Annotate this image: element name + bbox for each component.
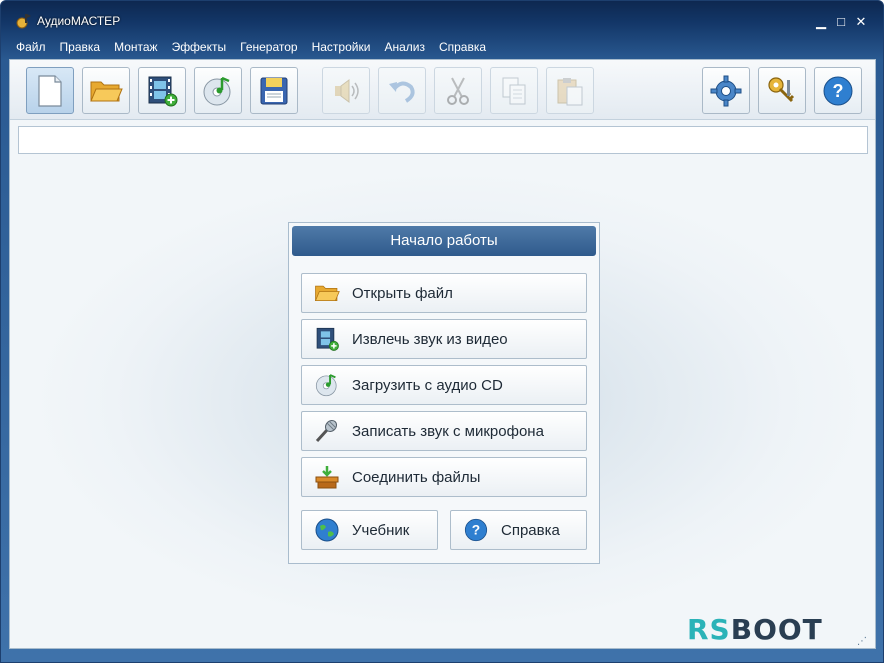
load-cd-label: Загрузить с аудио CD [352,376,503,394]
open-file-label: Открыть файл [352,284,453,302]
settings-button[interactable] [702,67,750,114]
tutorial-label: Учебник [352,521,410,539]
app-logo-icon [16,14,31,29]
new-file-button[interactable] [26,67,74,114]
toolbar: ? [10,60,875,120]
load-cd-action[interactable]: Загрузить с аудио CD [301,365,587,405]
copy-button[interactable] [490,67,538,114]
start-panel: Начало работы Открыть файл Извлечь звук … [288,222,600,564]
help-panel-button[interactable]: ? Справка [450,510,587,550]
audio-cd-icon [203,76,231,105]
menu-montage[interactable]: Монтаж [114,37,158,57]
menu-bar: Файл Правка Монтаж Эффекты Генератор Нас… [1,37,500,57]
window-controls: ▁ □ ✕ [815,15,867,28]
menu-analysis[interactable]: Анализ [384,37,425,57]
volume-button[interactable] [322,67,370,114]
title-bar[interactable]: АудиоМАСТЕР ▁ □ ✕ [1,1,883,31]
cut-scissors-icon [447,77,469,105]
merge-files-action[interactable]: Соединить файлы [301,457,587,497]
globe-icon [315,518,339,542]
maximize-button[interactable]: □ [835,15,847,28]
audio-cd-button[interactable] [194,67,242,114]
save-button[interactable] [250,67,298,114]
menu-edit[interactable]: Правка [60,37,101,57]
window-title: АудиоМАСТЕР [37,14,121,28]
paste-icon [557,77,583,105]
undo-icon [389,81,415,103]
extract-video-button[interactable] [138,67,186,114]
keys-icon [768,76,795,102]
video-extract-icon [316,327,339,351]
save-floppy-icon [260,77,288,104]
paste-button[interactable] [546,67,594,114]
help-icon: ? [823,76,853,105]
watermark-boot: BOOT [730,613,823,646]
minimize-button[interactable]: ▁ [815,15,827,28]
help-panel-label: Справка [501,521,560,539]
audio-cd-icon [315,374,337,397]
menu-settings[interactable]: Настройки [312,37,371,57]
video-extract-icon [148,76,178,106]
client-area: ? Начало работы Открыть файл Извлечь зву… [9,59,876,649]
start-panel-header: Начало работы [292,226,596,256]
new-file-icon [38,74,62,107]
open-file-action[interactable]: Открыть файл [301,273,587,313]
help-icon: ? [464,518,488,542]
extract-audio-action[interactable]: Извлечь звук из видео [301,319,587,359]
microphone-icon [315,419,338,443]
menu-effects[interactable]: Эффекты [172,37,227,57]
registration-keys-button[interactable] [758,67,806,114]
settings-gear-icon [710,75,742,106]
cut-button[interactable] [434,67,482,114]
svg-text:?: ? [833,81,844,101]
record-microphone-label: Записать звук с микрофона [352,422,544,440]
extract-audio-label: Извлечь звук из видео [352,330,508,348]
open-folder-icon [314,285,340,302]
record-microphone-action[interactable]: Записать звук с микрофона [301,411,587,451]
svg-text:?: ? [472,523,480,538]
undo-button[interactable] [378,67,426,114]
rsboot-watermark: RSBOOT [687,613,823,646]
info-bar [18,126,868,154]
app-window: АудиоМАСТЕР ▁ □ ✕ Файл Правка Монтаж Эфф… [0,0,884,663]
menu-help[interactable]: Справка [439,37,486,57]
menu-file[interactable]: Файл [16,37,46,57]
tutorial-button[interactable]: Учебник [301,510,438,550]
help-button[interactable]: ? [814,67,862,114]
copy-icon [502,77,526,104]
open-folder-icon [90,81,123,101]
merge-files-label: Соединить файлы [352,468,481,486]
merge-files-icon [315,466,339,489]
volume-speaker-icon [335,78,359,103]
watermark-rs: RS [687,613,731,646]
close-button[interactable]: ✕ [855,15,867,28]
menu-generator[interactable]: Генератор [240,37,297,57]
resize-grip-icon[interactable]: ⋰ [857,636,869,648]
open-file-button[interactable] [82,67,130,114]
